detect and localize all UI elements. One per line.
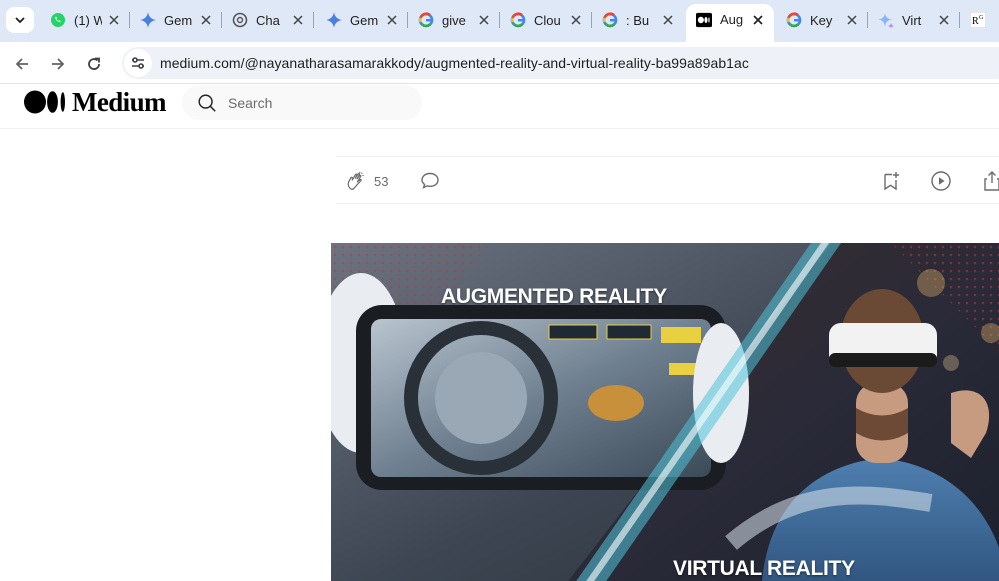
tab-title: Gem [350,12,379,28]
play-circle-icon [931,171,951,191]
medium-icon [696,12,712,28]
close-icon[interactable] [476,12,492,28]
tab-title: (1) W [74,12,102,28]
close-icon[interactable] [198,12,214,28]
close-icon[interactable] [384,12,400,28]
close-icon[interactable] [660,12,676,28]
medium-logo-icon [24,90,65,114]
google-icon [602,12,618,28]
comment-icon [421,172,439,189]
save-bookmark-button[interactable] [879,169,903,193]
back-button[interactable] [8,50,36,78]
gemini-icon [140,12,156,28]
browser-tab[interactable]: (1) W [40,6,130,34]
close-icon[interactable] [290,12,306,28]
medium-logo[interactable]: Medium [24,86,167,117]
browser-tab[interactable]: RG S [960,6,999,34]
search-box[interactable] [182,85,422,120]
tune-icon [132,57,144,69]
arrow-right-icon [52,58,65,70]
share-button[interactable] [980,169,999,193]
researchgate-icon: RG [970,12,986,28]
article-action-bar: 53 [336,156,999,204]
browser-tab[interactable]: Gem [130,6,222,34]
chevron-down-icon [15,17,25,24]
share-icon [984,171,999,191]
search-input[interactable] [228,94,408,111]
tab-title: Aug [720,12,744,27]
whatsapp-icon [50,12,66,28]
site-header: Medium [0,84,999,129]
tab-title: Clou [534,12,561,28]
google-icon [510,12,526,28]
browser-tab-strip: (1) W Gem Cha Gem give Clou: Bu Aug Key… [0,0,999,42]
tab-title: Cha [256,12,280,28]
arrow-left-icon [15,58,28,70]
tab-title: give [442,12,466,28]
clap-button[interactable]: 53 [344,169,388,193]
svg-text:G: G [979,15,984,21]
reload-icon [88,57,100,70]
address-bar[interactable]: medium.com/@nayanatharasamarakkody/augme… [122,47,999,79]
close-icon[interactable] [568,12,584,28]
clap-count: 53 [374,173,389,189]
tab-search-button[interactable] [6,7,34,33]
close-icon[interactable] [750,12,766,28]
tab-title: Key [810,12,833,28]
article-hero-image: AUGMENTED REALITY VIRTUAL REALITY [331,243,999,581]
reload-button[interactable] [80,50,108,78]
browser-tab-active[interactable]: Aug [686,4,774,42]
gemini-icon [326,12,342,28]
hero-label-augmented-reality: AUGMENTED REALITY [441,285,667,308]
tab-title: Virt [902,12,922,28]
close-icon[interactable] [106,12,122,28]
bookmark-add-icon [884,172,899,191]
clap-icon [347,171,364,190]
browser-tab[interactable]: Cha [222,6,314,34]
forward-button[interactable] [44,50,72,78]
gemini-sparkle-icon [878,12,894,28]
browser-tab[interactable]: Virt [868,6,960,34]
browser-toolbar: medium.com/@nayanatharasamarakkody/augme… [0,42,999,84]
browser-tab[interactable]: Clou [500,6,592,34]
url-text[interactable]: medium.com/@nayanatharasamarakkody/augme… [160,55,749,71]
browser-tab[interactable]: : Bu [592,6,684,34]
close-icon[interactable] [844,12,860,28]
site-info-button[interactable] [124,49,152,77]
hero-label-virtual-reality: VIRTUAL REALITY [673,557,855,580]
tab-separator [313,12,314,28]
browser-tab[interactable]: Key [776,6,868,34]
chatgpt-icon [232,12,248,28]
close-icon[interactable] [936,12,952,28]
tab-title: Gem [164,12,193,28]
page-viewport: Medium 53 [0,84,999,581]
svg-text:R: R [972,16,979,27]
responses-button[interactable] [418,169,442,193]
tab-title: : Bu [626,12,650,28]
google-icon [418,12,434,28]
google-icon [786,12,802,28]
logo-wordmark: Medium [72,86,167,117]
browser-tab[interactable]: give [408,6,500,34]
listen-button[interactable] [929,169,953,193]
browser-tab[interactable]: Gem [316,6,408,34]
search-icon [198,93,216,112]
